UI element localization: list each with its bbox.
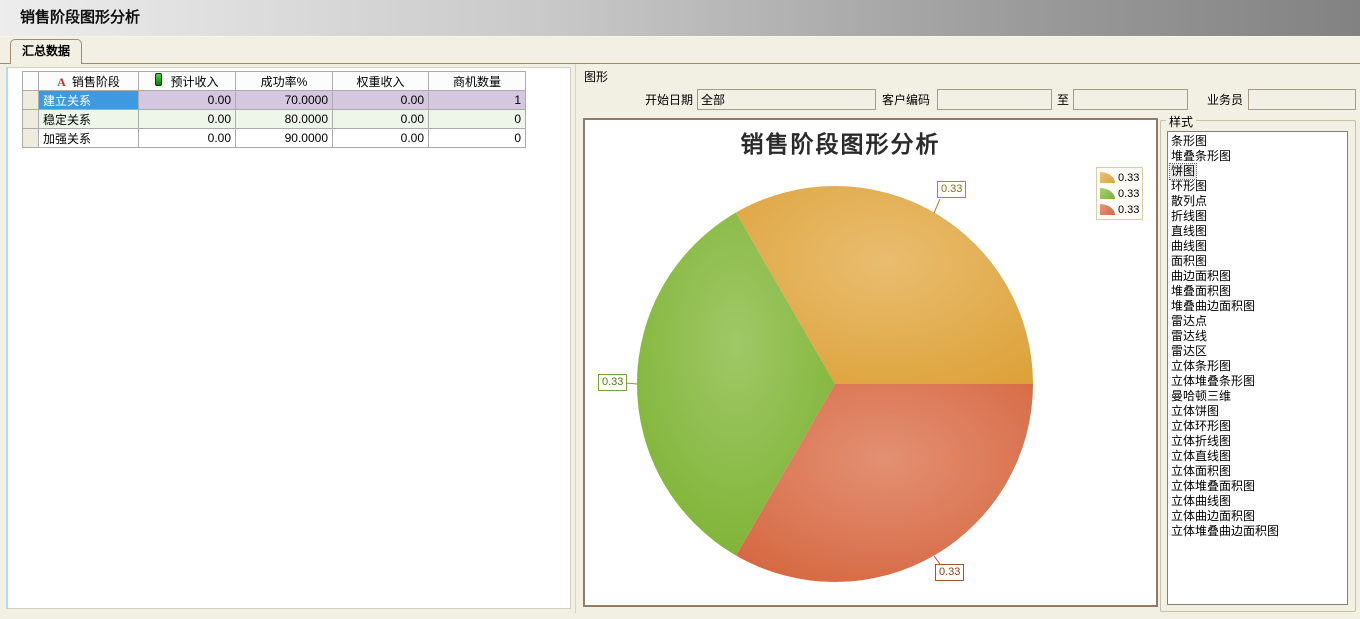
style-list-item[interactable]: 曲边面积图: [1168, 269, 1347, 284]
cell-expected-income[interactable]: 0.00: [139, 110, 236, 129]
style-list-item[interactable]: 环形图: [1168, 179, 1347, 194]
row-selector[interactable]: [23, 110, 39, 129]
cell-weighted-income[interactable]: 0.00: [333, 129, 429, 148]
start-date-label: 开始日期: [613, 91, 693, 108]
table-row[interactable]: 建立关系 0.00 70.0000 0.00 1: [23, 91, 526, 110]
to-label: 至: [1057, 91, 1069, 108]
style-list-item[interactable]: 立体折线图: [1168, 434, 1347, 449]
legend-label: 0.33: [1118, 172, 1139, 184]
style-list-item[interactable]: 曲线图: [1168, 239, 1347, 254]
style-list-item[interactable]: 直线图: [1168, 224, 1347, 239]
style-list-item[interactable]: 立体堆叠曲边面积图: [1168, 524, 1347, 539]
sales-stage-table: A销售阶段 预计收入 成功率% 权重收入 商机数量 建立关系 0.00 70.0…: [22, 71, 526, 148]
column-header-opportunity-count[interactable]: 商机数量: [429, 72, 526, 91]
cell-stage[interactable]: 加强关系: [39, 129, 139, 148]
panel-divider: [575, 64, 576, 613]
cell-opportunity-count[interactable]: 0: [429, 110, 526, 129]
chart-legend: 0.33 0.33 0.33: [1096, 167, 1143, 220]
style-group-caption: 样式: [1166, 113, 1196, 130]
legend-label: 0.33: [1118, 204, 1139, 216]
summary-grid-panel: A销售阶段 预计收入 成功率% 权重收入 商机数量 建立关系 0.00 70.0…: [6, 67, 571, 609]
column-header-weighted-income[interactable]: 权重收入: [333, 72, 429, 91]
style-list-item[interactable]: 条形图: [1168, 134, 1347, 149]
legend-item: 0.33: [1100, 203, 1139, 216]
table-row[interactable]: 加强关系 0.00 90.0000 0.00 0: [23, 129, 526, 148]
salesman-label: 业务员: [1207, 91, 1243, 108]
style-list-item[interactable]: 立体直线图: [1168, 449, 1347, 464]
customer-code-label: 客户编码: [882, 91, 930, 108]
style-list-item[interactable]: 立体堆叠条形图: [1168, 374, 1347, 389]
style-list-item[interactable]: 立体条形图: [1168, 359, 1347, 374]
style-list-item[interactable]: 曼哈顿三维: [1168, 389, 1347, 404]
start-date-input[interactable]: [697, 89, 876, 110]
legend-swatch: [1100, 204, 1115, 215]
legend-swatch: [1100, 172, 1115, 183]
slice-label: 0.33: [937, 181, 966, 198]
row-selector[interactable]: [23, 91, 39, 110]
style-list-item[interactable]: 立体曲边面积图: [1168, 509, 1347, 524]
customer-code-from-input[interactable]: [937, 89, 1052, 110]
style-list-item[interactable]: 堆叠面积图: [1168, 284, 1347, 299]
pie-chart: [585, 120, 1156, 605]
column-header-success-rate[interactable]: 成功率%: [236, 72, 333, 91]
slice-label: 0.33: [935, 564, 964, 581]
column-header-expected-income[interactable]: 预计收入: [139, 72, 236, 91]
legend-swatch: [1100, 188, 1115, 199]
table-row[interactable]: 稳定关系 0.00 80.0000 0.00 0: [23, 110, 526, 129]
row-selector-header: [23, 72, 39, 91]
graph-panel-caption: 图形: [584, 68, 608, 85]
style-list-item[interactable]: 折线图: [1168, 209, 1347, 224]
table-header-row: A销售阶段 预计收入 成功率% 权重收入 商机数量: [23, 72, 526, 91]
style-list-item[interactable]: 堆叠条形图: [1168, 149, 1347, 164]
page-title: 销售阶段图形分析: [20, 0, 140, 35]
style-list-item[interactable]: 雷达区: [1168, 344, 1347, 359]
legend-label: 0.33: [1118, 188, 1139, 200]
chart-style-listbox: 条形图堆叠条形图饼图环形图散列点折线图直线图曲线图面积图曲边面积图堆叠面积图堆叠…: [1167, 131, 1348, 605]
style-list-item[interactable]: 散列点: [1168, 194, 1347, 209]
style-group-box: 样式 条形图堆叠条形图饼图环形图散列点折线图直线图曲线图面积图曲边面积图堆叠面积…: [1160, 120, 1356, 612]
cell-expected-income[interactable]: 0.00: [139, 129, 236, 148]
style-list-item[interactable]: 雷达点: [1168, 314, 1347, 329]
tab-page-content: A销售阶段 预计收入 成功率% 权重收入 商机数量 建立关系 0.00 70.0…: [0, 63, 1360, 612]
style-list-item[interactable]: 立体曲线图: [1168, 494, 1347, 509]
sort-indicator-icon: A: [57, 75, 66, 89]
cell-expected-income[interactable]: 0.00: [139, 91, 236, 110]
cell-success-rate[interactable]: 90.0000: [236, 129, 333, 148]
column-header-stage[interactable]: A销售阶段: [39, 72, 139, 91]
style-list-item[interactable]: 立体饼图: [1168, 404, 1347, 419]
tab-summary-data[interactable]: 汇总数据: [10, 39, 82, 64]
style-list-item[interactable]: 立体堆叠面积图: [1168, 479, 1347, 494]
cell-weighted-income[interactable]: 0.00: [333, 110, 429, 129]
cell-success-rate[interactable]: 80.0000: [236, 110, 333, 129]
app-window: { "window": { "title": "销售阶段图形分析" }, "ta…: [0, 0, 1360, 619]
cell-success-rate[interactable]: 70.0000: [236, 91, 333, 110]
customer-code-to-input[interactable]: [1073, 89, 1188, 110]
cell-weighted-income[interactable]: 0.00: [333, 91, 429, 110]
style-list-item[interactable]: 立体环形图: [1168, 419, 1347, 434]
legend-item: 0.33: [1100, 171, 1139, 184]
style-list-item[interactable]: 饼图: [1168, 164, 1347, 179]
style-list-item[interactable]: 堆叠曲边面积图: [1168, 299, 1347, 314]
style-list-item[interactable]: 雷达线: [1168, 329, 1347, 344]
style-list-item[interactable]: 面积图: [1168, 254, 1347, 269]
cell-opportunity-count[interactable]: 1: [429, 91, 526, 110]
filter-capsule-icon: [155, 73, 162, 86]
window-title-bar: 销售阶段图形分析: [0, 0, 1360, 37]
legend-item: 0.33: [1100, 187, 1139, 200]
style-list-item[interactable]: 立体面积图: [1168, 464, 1347, 479]
slice-label: 0.33: [598, 374, 627, 391]
pie-slices: [637, 186, 1033, 582]
pie-chart-area: 销售阶段图形分析 0.330.330.33 0.33 0.33 0.33: [583, 118, 1158, 607]
cell-stage[interactable]: 稳定关系: [39, 110, 139, 129]
salesman-input[interactable]: [1248, 89, 1356, 110]
cell-stage[interactable]: 建立关系: [39, 91, 139, 110]
row-selector[interactable]: [23, 129, 39, 148]
cell-opportunity-count[interactable]: 0: [429, 129, 526, 148]
